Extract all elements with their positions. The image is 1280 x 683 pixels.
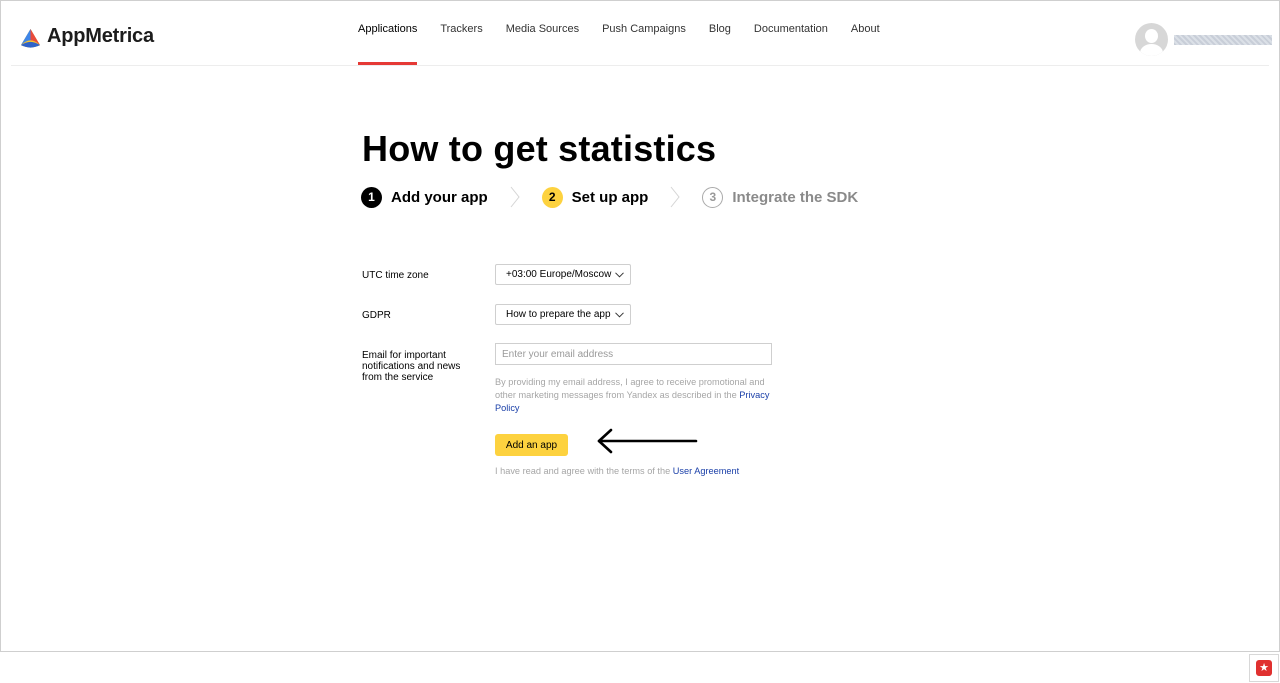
step-number: 1 bbox=[361, 186, 382, 208]
header-divider bbox=[11, 65, 1269, 66]
email-field[interactable] bbox=[495, 343, 772, 365]
step-label: Integrate the SDK bbox=[732, 188, 859, 206]
nav-label: Blog bbox=[708, 23, 731, 35]
step-integrate-sdk: 3 Integrate the SDK bbox=[702, 186, 859, 208]
user-menu[interactable] bbox=[1135, 23, 1272, 56]
setup-steps: 1 Add your app 2 Set up app 3 Integrate … bbox=[361, 186, 858, 208]
chevron-right-icon bbox=[508, 186, 522, 208]
email-consent-text: By providing my email address, I agree t… bbox=[495, 376, 780, 415]
nav-label: About bbox=[850, 23, 880, 35]
user-agreement-text: I have read and agree with the terms of … bbox=[495, 466, 739, 476]
top-header: AppMetrica Applications Trackers Media S… bbox=[1, 1, 1279, 65]
add-app-button[interactable]: Add an app bbox=[495, 434, 568, 456]
corner-widget[interactable]: ★ bbox=[1249, 654, 1279, 682]
nav-blog[interactable]: Blog bbox=[709, 1, 731, 65]
appmetrica-logo-icon bbox=[20, 28, 41, 48]
nav-label: Media Sources bbox=[505, 23, 580, 35]
step-set-up-app: 2 Set up app bbox=[541, 186, 649, 208]
chevron-down-icon bbox=[614, 311, 624, 318]
user-name-redacted[interactable] bbox=[1174, 34, 1272, 45]
step-add-your-app: 1 Add your app bbox=[361, 186, 488, 208]
agreement-text: I have read and agree with the terms of … bbox=[495, 466, 671, 476]
step-number: 2 bbox=[541, 186, 563, 208]
brand-logo[interactable]: AppMetrica bbox=[20, 25, 154, 50]
gdpr-label: GDPR bbox=[362, 310, 391, 321]
chevron-down-icon bbox=[615, 271, 625, 278]
main-nav: Applications Trackers Media Sources Push… bbox=[358, 1, 903, 65]
consent-text: By providing my email address, I agree t… bbox=[495, 377, 765, 400]
gdpr-select[interactable]: How to prepare the app bbox=[495, 304, 631, 325]
nav-label: Push Campaigns bbox=[602, 23, 686, 35]
timezone-value: +03:00 Europe/Moscow bbox=[506, 269, 612, 280]
nav-applications[interactable]: Applications bbox=[358, 1, 418, 65]
gdpr-value: How to prepare the app bbox=[506, 309, 611, 320]
step-number: 3 bbox=[702, 186, 724, 208]
nav-push-campaigns[interactable]: Push Campaigns bbox=[602, 1, 686, 65]
user-avatar-icon[interactable] bbox=[1135, 23, 1168, 56]
brand-name: AppMetrica bbox=[47, 25, 154, 47]
email-label: Email for important notifications and ne… bbox=[362, 350, 461, 383]
browser-viewport: AppMetrica Applications Trackers Media S… bbox=[0, 0, 1280, 652]
nav-label: Documentation bbox=[753, 23, 828, 35]
nav-label: Applications bbox=[358, 23, 418, 35]
user-agreement-link[interactable]: User Agreement bbox=[673, 466, 739, 476]
arrow-left-icon bbox=[597, 428, 698, 454]
step-label: Set up app bbox=[571, 188, 649, 206]
timezone-select[interactable]: +03:00 Europe/Moscow bbox=[495, 264, 632, 285]
nav-label: Trackers bbox=[440, 23, 483, 35]
chevron-right-icon bbox=[668, 186, 682, 208]
nav-documentation[interactable]: Documentation bbox=[754, 1, 828, 65]
nav-about[interactable]: About bbox=[851, 1, 880, 65]
timezone-label: UTC time zone bbox=[362, 270, 429, 281]
step-label: Add your app bbox=[391, 188, 488, 206]
nav-media-sources[interactable]: Media Sources bbox=[506, 1, 579, 65]
nav-trackers[interactable]: Trackers bbox=[440, 1, 482, 65]
page-title: How to get statistics bbox=[362, 128, 717, 169]
star-icon: ★ bbox=[1256, 660, 1272, 676]
